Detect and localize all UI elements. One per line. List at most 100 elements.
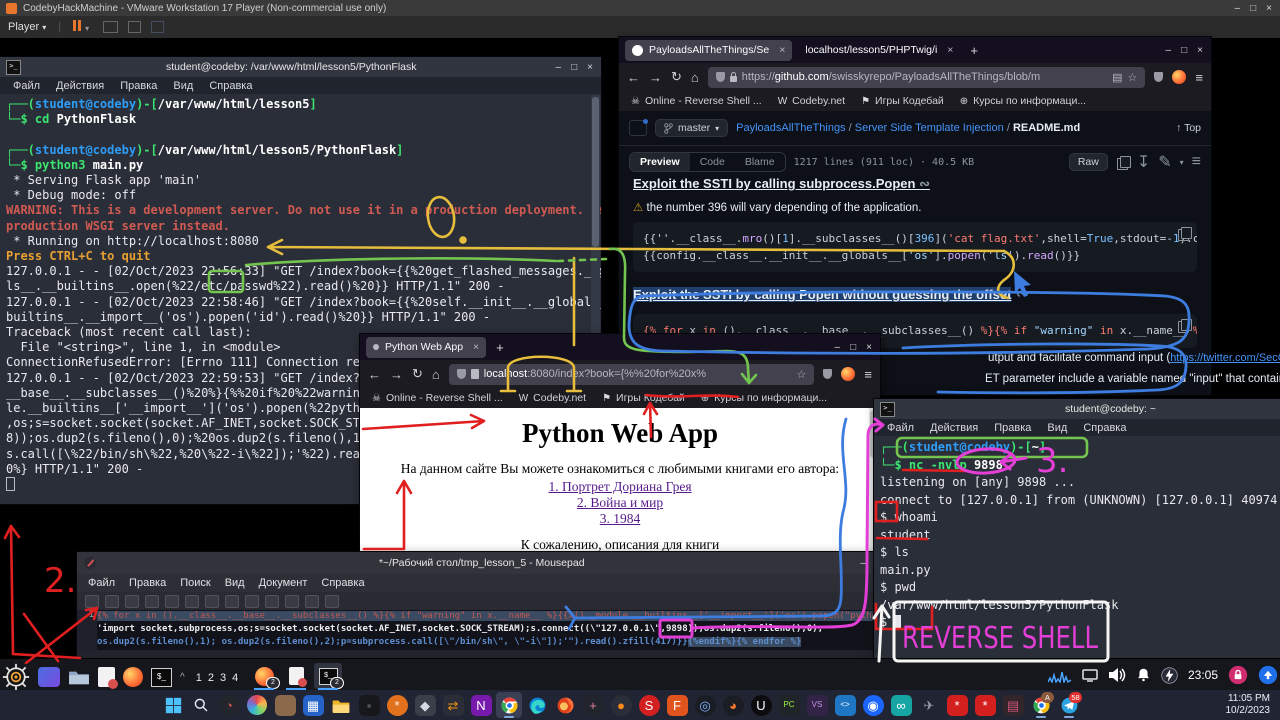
ctrl-alt-del-icon[interactable] xyxy=(103,21,118,33)
back-button[interactable]: ← xyxy=(627,70,640,85)
vmware-icon[interactable]: ◆ xyxy=(412,692,438,718)
red-gear-icon-2[interactable]: * xyxy=(972,692,998,718)
bookmark-item[interactable]: ⊕Курсы по информаци... xyxy=(960,95,1086,107)
host-clock[interactable]: 11:05 PM 10/2/2023 xyxy=(1226,693,1271,717)
menu-item[interactable]: Правка xyxy=(122,577,173,589)
pocket-shield-icon[interactable] xyxy=(823,369,832,379)
red-gear-icon-1[interactable]: * xyxy=(944,692,970,718)
reader-view-icon[interactable]: ▤ xyxy=(1112,71,1122,84)
firefox-account-icon[interactable] xyxy=(841,367,855,381)
screenshot-app-icon[interactable]: ▤ xyxy=(1000,692,1026,718)
blender-icon[interactable]: ◕ xyxy=(720,692,746,718)
forward-button[interactable]: → xyxy=(390,367,403,382)
home-button[interactable]: ⌂ xyxy=(691,70,699,85)
undo-icon[interactable] xyxy=(165,595,179,608)
terminal2-titlebar[interactable]: >_ student@codeby: ~ xyxy=(874,399,1280,419)
edit-dropdown-icon[interactable]: ▾ xyxy=(1180,158,1184,167)
bookmark-item[interactable]: ⚑Игры Кодебай xyxy=(602,392,685,404)
pause-button[interactable]: ▾ xyxy=(73,20,89,34)
menu-item[interactable]: Поиск xyxy=(173,577,217,589)
updates-icon[interactable] xyxy=(1258,665,1278,685)
url-bar[interactable]: localhost:8080/index?book={%%20for%20x% … xyxy=(449,364,815,385)
url-bar[interactable]: https://github.com/swisskyrepo/PayloadsA… xyxy=(708,67,1146,88)
bookmark-item[interactable]: ⚑Игры Кодебай xyxy=(861,95,944,107)
color-wheel-app-icon[interactable] xyxy=(244,692,270,718)
file-tree-toggle-icon[interactable] xyxy=(629,120,647,136)
app-menu-icon[interactable]: ≡ xyxy=(864,367,872,382)
f-app-icon[interactable]: F xyxy=(664,692,690,718)
menu-item[interactable]: Вид xyxy=(1040,422,1074,434)
menu-item[interactable]: Документ xyxy=(252,577,315,589)
red-s-app-icon[interactable]: S xyxy=(636,692,662,718)
vmware-minimize-button[interactable]: – xyxy=(1235,3,1241,14)
telegram-icon[interactable]: 58 xyxy=(1056,692,1082,718)
taskbar-firefox-window[interactable]: 2 xyxy=(250,663,278,689)
vmware-tools-icon[interactable]: ⇄ xyxy=(440,692,466,718)
menu-item[interactable]: Правка xyxy=(113,80,164,92)
save-as-icon[interactable] xyxy=(145,595,159,608)
screen-lock-icon[interactable] xyxy=(1228,665,1248,685)
orange-utility-icon[interactable]: * xyxy=(384,692,410,718)
start-button[interactable] xyxy=(160,692,186,718)
twitter-link[interactable]: https://twitter.com/SecGus xyxy=(1170,352,1280,364)
menu-item[interactable]: Действия xyxy=(923,422,985,434)
back-button[interactable]: ← xyxy=(368,367,381,382)
calendar-app-icon[interactable]: ▦ xyxy=(300,692,326,718)
pocket-shield-icon[interactable] xyxy=(1154,72,1163,82)
bookmark-item[interactable]: ☠Online - Reverse Shell ... xyxy=(372,392,503,404)
vscode-icon[interactable]: <> xyxy=(832,692,858,718)
cut-icon[interactable] xyxy=(205,595,219,608)
copy-raw-icon[interactable] xyxy=(1116,156,1129,169)
redo-icon[interactable] xyxy=(185,595,199,608)
tab-localhost-phptwig[interactable]: localhost/lesson5/PHPTwig/i× xyxy=(798,40,960,61)
outline-icon[interactable]: ≡ xyxy=(1192,153,1201,171)
jet-app-icon[interactable]: ✈ xyxy=(916,692,942,718)
vmware-maximize-button[interactable]: □ xyxy=(1250,3,1256,14)
menu-item[interactable]: Правка xyxy=(987,422,1038,434)
reload-button[interactable]: ↻ xyxy=(671,69,682,85)
home-button[interactable]: ⌂ xyxy=(432,367,440,382)
bookmark-item[interactable]: WCodeby.net xyxy=(778,95,845,107)
firefox1-maximize-button[interactable]: □ xyxy=(1181,45,1187,56)
bookmark-item[interactable]: ☠Online - Reverse Shell ... xyxy=(631,95,762,107)
player-menu[interactable]: Player ▾ xyxy=(8,21,46,33)
branch-selector[interactable]: master▾ xyxy=(655,119,728,137)
fl-studio-icon[interactable]: ● xyxy=(608,692,634,718)
menu-item[interactable]: Файл xyxy=(880,422,921,434)
edit-icon[interactable]: ✎ xyxy=(1158,152,1171,172)
breadcrumb-folder[interactable]: Server Side Template Injection xyxy=(855,122,1004,134)
pin-app-icon[interactable]: ◉ xyxy=(860,692,886,718)
panel-expand-icon[interactable]: ^ xyxy=(180,672,185,683)
bookmark-item[interactable]: ⊕Курсы по информаци... xyxy=(701,392,827,404)
code-block-subprocess[interactable]: {{''.__class__.mro()[1].__subclasses__()… xyxy=(633,222,1197,272)
terminal-launcher-icon[interactable]: $_ xyxy=(151,668,172,687)
tab-preview[interactable]: Preview xyxy=(630,153,690,171)
shield-icon[interactable] xyxy=(457,369,466,379)
firefox1-minimize-button[interactable]: – xyxy=(1166,45,1172,56)
teal-app-icon[interactable]: ∞ xyxy=(888,692,914,718)
tab-close-icon[interactable]: × xyxy=(779,44,785,56)
app-menu-icon[interactable]: ≡ xyxy=(1195,70,1203,85)
tab-code[interactable]: Code xyxy=(690,153,735,171)
new-tab-button[interactable]: + xyxy=(970,43,978,58)
firefox-launcher-icon[interactable] xyxy=(123,667,143,687)
terminal1-maximize-button[interactable]: □ xyxy=(571,62,577,73)
search-button[interactable] xyxy=(188,692,214,718)
book-link-1[interactable]: 1. Портрет Дориана Грея xyxy=(548,479,691,494)
volume-icon[interactable] xyxy=(1108,667,1126,683)
mousepad-titlebar[interactable]: *~/Рабочий стол/tmp_lesson_5 - Mousepad … xyxy=(77,552,890,574)
fullscreen-icon[interactable] xyxy=(128,21,141,33)
vm-clock[interactable]: 23:05 xyxy=(1188,668,1218,682)
copy-code-icon[interactable] xyxy=(1178,321,1189,333)
save-icon[interactable] xyxy=(125,595,139,608)
download-icon[interactable]: ↧ xyxy=(1137,152,1150,172)
anchor-link-icon[interactable]: ∾ xyxy=(1016,286,1029,303)
firefox-icon[interactable] xyxy=(552,692,578,718)
edge-icon[interactable] xyxy=(524,692,550,718)
pycharm-icon[interactable]: PC xyxy=(776,692,802,718)
menu-item[interactable]: Справка xyxy=(1076,422,1133,434)
copy-code-icon[interactable] xyxy=(1178,229,1189,241)
firefox1-close-button[interactable]: × xyxy=(1197,45,1203,56)
search-icon[interactable] xyxy=(285,595,299,608)
camera-app-icon[interactable]: ◎ xyxy=(692,692,718,718)
